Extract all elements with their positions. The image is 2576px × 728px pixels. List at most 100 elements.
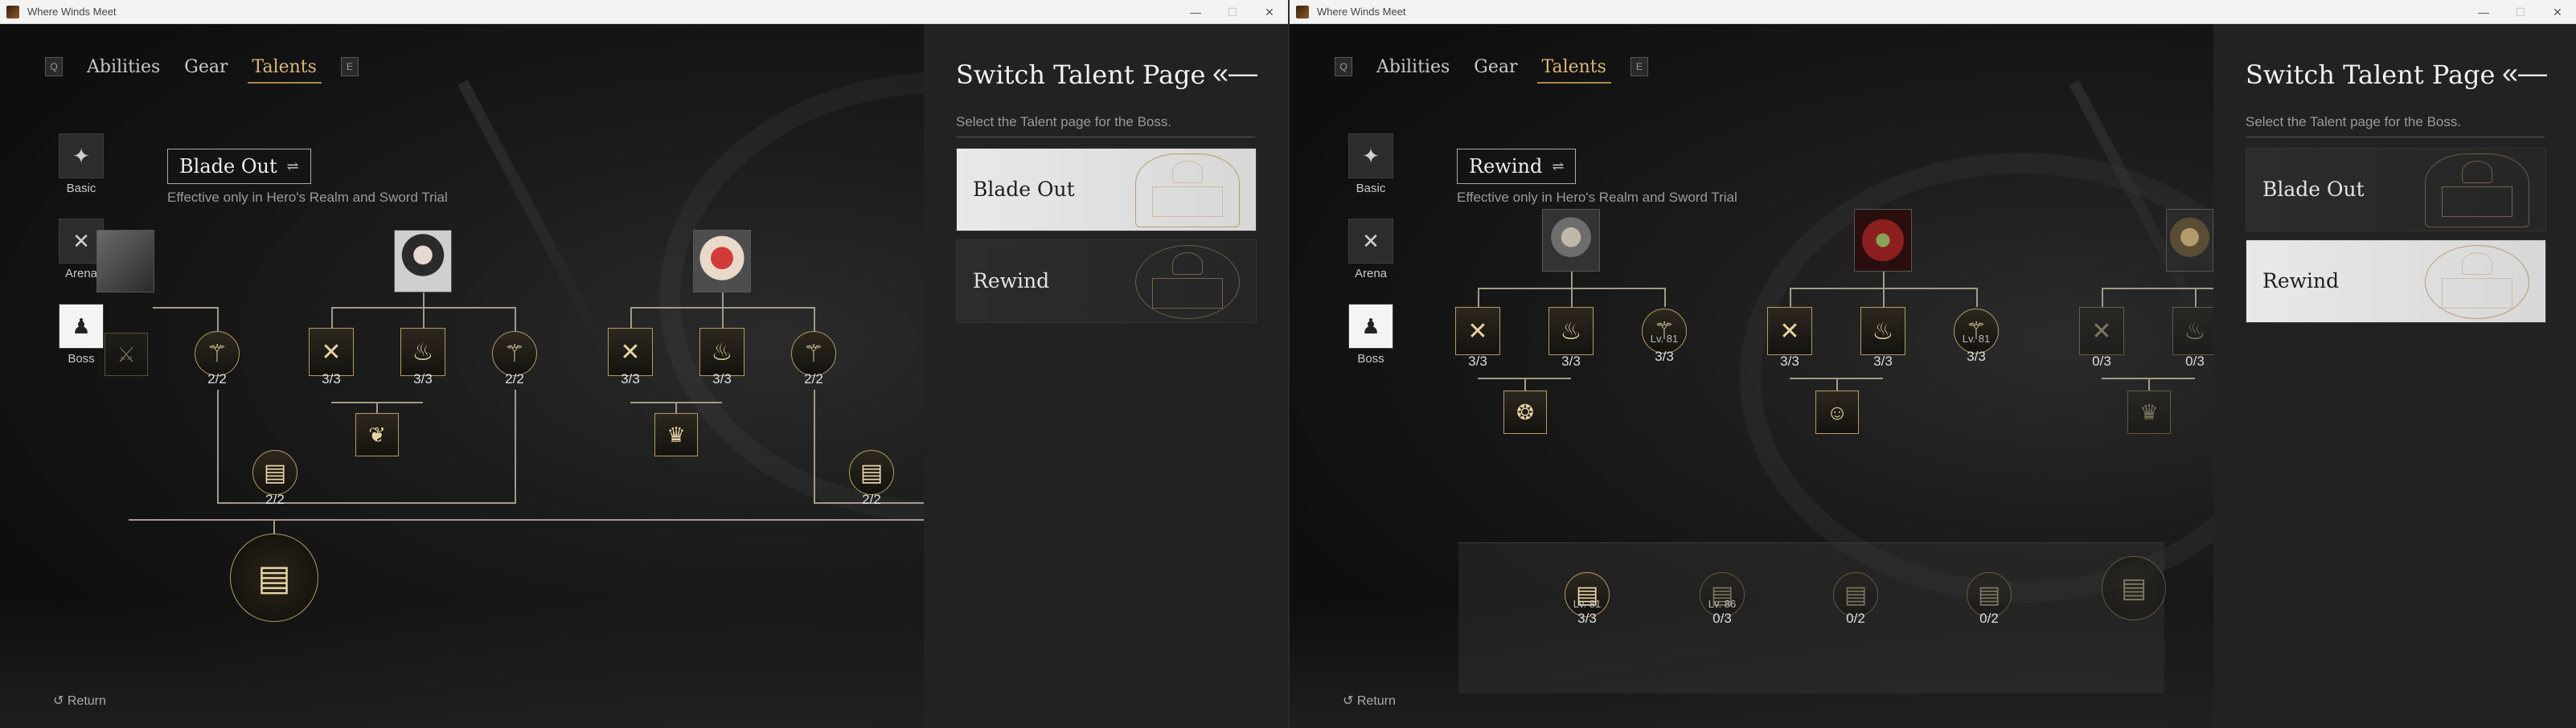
boss-figure-icon: ♟ — [1348, 304, 1393, 349]
q-key-icon[interactable]: Q — [45, 57, 63, 76]
talent-count: 0/2 — [1979, 611, 1999, 626]
talent-count: 3/3 — [413, 371, 433, 386]
talent-page-selector[interactable]: Rewind ⇌ — [1457, 149, 1577, 184]
boss-portrait — [1854, 209, 1912, 272]
talent-count: 3/3 — [1780, 354, 1799, 369]
talent-node[interactable]: ▤ — [252, 450, 297, 495]
minimize-button[interactable]: — — [2465, 0, 2502, 24]
talent-node[interactable]: ▤ — [849, 450, 894, 495]
talent-node[interactable]: ⚚ — [791, 331, 836, 376]
talent-count: 2/2 — [862, 492, 881, 507]
connector-line — [1836, 378, 1838, 391]
connector-line — [2102, 288, 2103, 307]
app-icon — [6, 5, 19, 18]
return-label: Return — [1356, 694, 1396, 708]
talent-node[interactable]: ♨ — [699, 328, 744, 376]
connector-line — [2195, 288, 2197, 307]
sidebar-item-basic[interactable]: ✦ Basic — [1346, 133, 1396, 195]
switch-talent-panel: Switch Talent Page «— Select the Talent … — [2213, 24, 2576, 728]
talent-level: Lv. 81 — [1962, 333, 1991, 345]
tab-talents[interactable]: Talents — [247, 57, 322, 84]
talent-node[interactable]: ☺ — [1815, 391, 1859, 434]
q-key-icon[interactable]: Q — [1335, 57, 1352, 76]
talent-node[interactable]: ❂ — [1503, 391, 1547, 434]
talent-count: 2/2 — [505, 371, 524, 386]
tab-gear[interactable]: Gear — [1474, 57, 1517, 77]
talent-node[interactable]: ❦ — [355, 413, 399, 456]
talent-page-selector[interactable]: Blade Out ⇌ — [167, 149, 311, 184]
talent-node[interactable]: ♛ — [2127, 391, 2171, 434]
connector-line — [1883, 288, 1885, 307]
close-button[interactable]: ✕ — [2539, 0, 2576, 24]
talent-count: 0/3 — [1713, 611, 1732, 626]
maximize-button[interactable]: ☐ — [2502, 0, 2539, 24]
core-talent-node[interactable]: ▤ — [2102, 556, 2166, 620]
talent-page-card-rewind[interactable]: Rewind — [2246, 239, 2546, 323]
tab-talents[interactable]: Talents — [1536, 57, 1612, 84]
e-key-icon[interactable]: E — [340, 57, 359, 76]
connector-line — [2148, 378, 2150, 391]
talent-count: 3/3 — [1577, 611, 1597, 626]
talent-count: 3/3 — [322, 371, 341, 386]
connector-line — [1790, 288, 1791, 307]
sidebar-item-label: Arena — [1354, 267, 1388, 280]
talent-node[interactable]: ✕ — [2079, 307, 2124, 355]
bird-icon: ✦ — [59, 133, 104, 178]
talent-count: 2/2 — [265, 492, 285, 507]
connector-line — [1571, 270, 1573, 288]
card-label: Rewind — [973, 269, 1050, 292]
talent-node[interactable]: ♛ — [654, 413, 698, 456]
connector-line — [1478, 288, 1479, 307]
collapse-arrow-icon[interactable]: «— — [2502, 56, 2547, 90]
return-button[interactable]: ↺ Return — [53, 693, 106, 709]
sidebar-item-boss[interactable]: ♟ Boss — [56, 304, 106, 366]
tab-abilities[interactable]: Abilities — [1376, 57, 1450, 77]
talent-node[interactable]: ♨ — [400, 328, 445, 376]
tab-abilities[interactable]: Abilities — [87, 57, 160, 77]
talent-node[interactable]: ♨ — [1860, 307, 1905, 355]
talent-node[interactable]: ✕ — [309, 328, 354, 376]
top-navigation: Q Abilities Gear Talents E — [1335, 53, 1648, 84]
talent-page-card-blade-out[interactable]: Blade Out — [956, 148, 1257, 231]
talent-node[interactable]: ✕ — [608, 328, 653, 376]
talent-page-card-blade-out[interactable]: Blade Out — [2246, 148, 2546, 231]
collapse-arrow-icon[interactable]: «— — [1212, 56, 1257, 90]
talent-node[interactable]: ⚔ — [105, 333, 148, 376]
background-sword — [457, 80, 679, 483]
minimize-button[interactable]: — — [1177, 0, 1214, 24]
switch-talent-panel: Switch Talent Page «— Select the Talent … — [924, 24, 1288, 728]
window-titlebar: Where Winds Meet — ☐ ✕ — [0, 0, 1288, 24]
core-talent-node[interactable]: ▤ — [230, 534, 318, 622]
return-button[interactable]: ↺ Return — [1343, 693, 1396, 709]
switch-icon: ⇌ — [286, 157, 299, 175]
talent-count: 3/3 — [1655, 349, 1674, 364]
effect-note: Effective only in Hero's Realm and Sword… — [167, 190, 448, 205]
tab-gear[interactable]: Gear — [184, 57, 228, 77]
talent-node[interactable]: ✕ — [1767, 307, 1812, 355]
talent-node[interactable]: ⚚ — [195, 331, 240, 376]
card-label: Blade Out — [2262, 178, 2365, 201]
talent-node[interactable]: ⚚ — [1954, 309, 1999, 354]
talent-node[interactable]: ⚚ — [492, 331, 537, 376]
sidebar-item-arena[interactable]: ✕ Arena — [1346, 219, 1396, 280]
connector-line — [217, 390, 219, 502]
current-page-name: Rewind — [1469, 155, 1543, 178]
talent-count: 2/2 — [804, 371, 823, 386]
talent-page-card-rewind[interactable]: Rewind — [956, 239, 1257, 323]
boss-portrait — [1542, 209, 1600, 272]
e-key-icon[interactable]: E — [1630, 57, 1648, 76]
top-navigation: Q Abilities Gear Talents E — [45, 53, 359, 84]
card-label: Blade Out — [973, 178, 1075, 201]
sidebar-item-label: Boss — [68, 352, 95, 366]
connector-line — [515, 390, 516, 502]
talent-node[interactable]: ♨ — [2172, 307, 2217, 355]
talent-node[interactable]: ⚚ — [1642, 309, 1687, 354]
talent-node[interactable]: ♨ — [1548, 307, 1594, 355]
talent-node[interactable]: ✕ — [1455, 307, 1500, 355]
maximize-button[interactable]: ☐ — [1214, 0, 1251, 24]
close-button[interactable]: ✕ — [1251, 0, 1288, 24]
talent-level: Lv. 86 — [1708, 598, 1737, 610]
switch-icon: ⇌ — [1552, 157, 1565, 175]
sidebar-item-basic[interactable]: ✦ Basic — [56, 133, 106, 195]
sidebar-item-boss[interactable]: ♟ Boss — [1346, 304, 1396, 366]
